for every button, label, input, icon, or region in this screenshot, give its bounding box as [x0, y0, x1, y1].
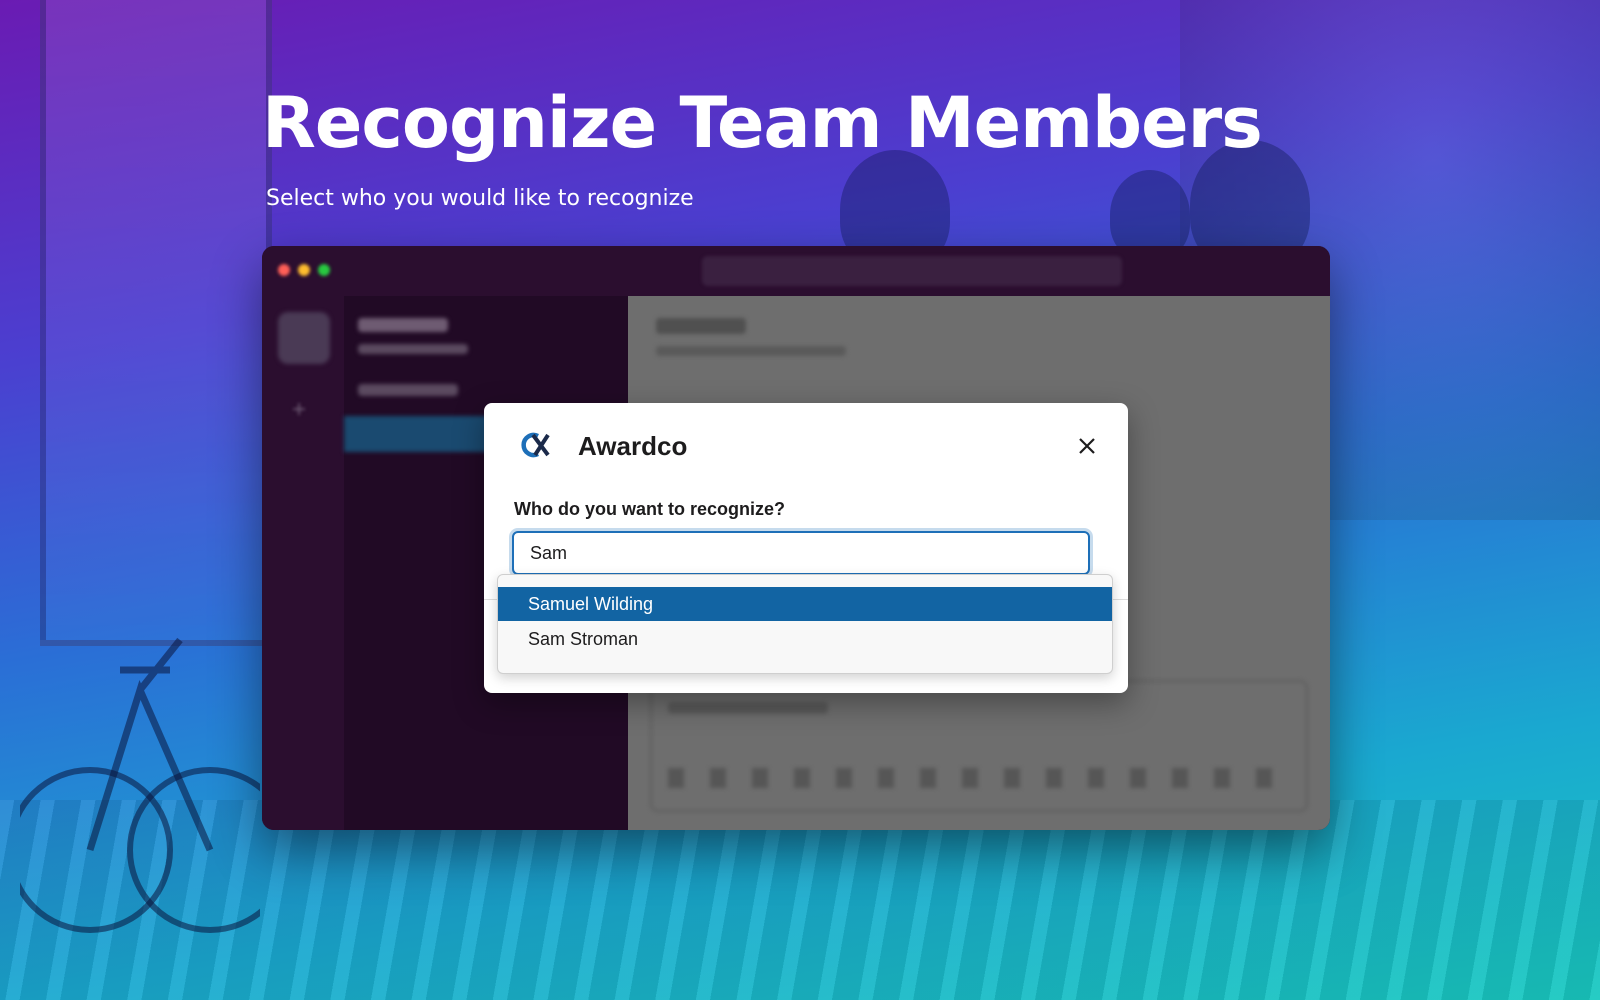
app-search-bar: [702, 256, 1122, 286]
composer-placeholder: [668, 702, 828, 714]
maximize-window-dot: [318, 264, 330, 276]
add-workspace-icon: +: [292, 396, 307, 423]
workspace-rail: +: [262, 296, 344, 830]
hero-subtitle: Select who you would like to recognize: [266, 186, 694, 211]
channel-meta: [656, 346, 846, 356]
sidebar-workspace-name: [358, 318, 448, 332]
channel-title: [656, 318, 746, 334]
app-titlebar: [262, 246, 1330, 296]
workspace-icon: [278, 312, 330, 364]
background-bicycle: [20, 637, 260, 933]
composer-toolbar: [668, 768, 1290, 788]
close-icon[interactable]: [1074, 433, 1100, 459]
minimize-window-dot: [298, 264, 310, 276]
awardco-logo-icon: [521, 432, 550, 458]
suggestion-option[interactable]: Samuel Wilding: [498, 587, 1112, 621]
hero-title: Recognize Team Members: [262, 82, 1263, 164]
recipient-suggestions: Samuel Wilding Sam Stroman: [497, 574, 1113, 674]
close-window-dot: [278, 264, 290, 276]
sidebar-user-status: [358, 344, 468, 354]
message-composer: [650, 680, 1308, 812]
modal-title: Awardco: [578, 431, 688, 461]
recipient-field-label: Who do you want to recognize?: [514, 499, 785, 519]
suggestion-option[interactable]: Sam Stroman: [498, 622, 1112, 656]
sidebar-channels-header: [358, 384, 458, 396]
recipient-search-input[interactable]: [512, 531, 1090, 575]
